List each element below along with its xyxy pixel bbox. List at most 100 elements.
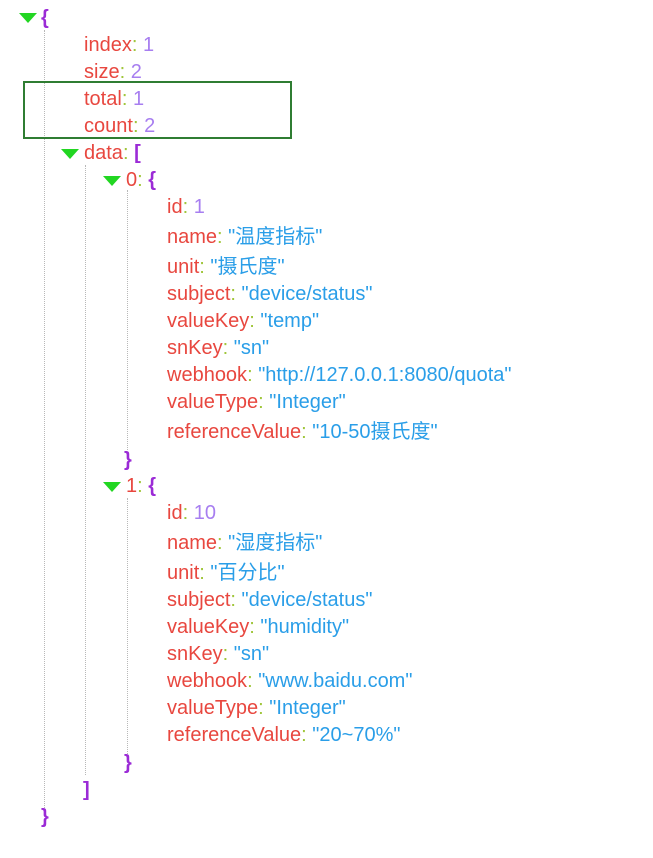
colon: : (199, 256, 205, 278)
field-key: valueType (167, 391, 259, 413)
field-key: referenceValue (167, 724, 302, 746)
item-1-field-valueKey: valueKey: "humidity" (167, 614, 349, 640)
field-value: "湿度指标" (228, 532, 323, 554)
colon: : (132, 115, 139, 137)
colon: : (119, 61, 126, 83)
collapse-toggle-root[interactable] (19, 13, 37, 23)
colon: : (217, 532, 223, 554)
item-0-field-valueKey: valueKey: "temp" (167, 308, 319, 334)
field-value: "device/status" (241, 283, 373, 305)
field-value: "sn" (233, 643, 270, 665)
colon: : (122, 142, 129, 164)
colon: : (258, 391, 264, 413)
highlight-box (23, 81, 292, 139)
colon: : (137, 475, 143, 497)
collapse-toggle-item-1[interactable] (103, 482, 121, 492)
colon: : (222, 337, 229, 359)
json-viewer: { index: 1 size: 2 total: 1 count: 2 dat… (0, 0, 653, 858)
field-row-count: count: 2 (84, 113, 155, 139)
colon: : (249, 616, 255, 638)
colon: : (137, 169, 143, 191)
field-key: size (84, 61, 120, 83)
collapse-toggle-item-0[interactable] (103, 176, 121, 186)
data-key: data (84, 142, 123, 164)
item-0-field-valueType: valueType: "Integer" (167, 389, 346, 415)
field-key: id (167, 196, 183, 218)
item-0-close-line: } (124, 447, 132, 473)
colon: : (230, 589, 236, 611)
array-open-bracket: [ (134, 142, 141, 164)
item-1-field-unit: unit: "百分比" (167, 560, 285, 586)
field-key: id (167, 502, 183, 524)
field-value: "device/status" (241, 589, 373, 611)
field-key: webhook (167, 364, 248, 386)
indent-guide-item-1 (127, 498, 128, 754)
item-close-brace: } (124, 752, 132, 774)
indent-guide-item-0 (127, 190, 128, 450)
field-key: referenceValue (167, 421, 302, 443)
field-key: snKey (167, 337, 223, 359)
item-0-open-line: 0: { (126, 167, 156, 193)
field-key: valueType (167, 697, 259, 719)
field-key: snKey (167, 643, 223, 665)
item-1-field-referenceValue: referenceValue: "20~70%" (167, 722, 400, 748)
item-0-field-name: name: "温度指标" (167, 224, 322, 250)
field-key: valueKey (167, 616, 250, 638)
field-key: index (84, 34, 132, 56)
root-open-brace: { (41, 7, 49, 29)
colon: : (230, 283, 236, 305)
field-value: "10-50摄氏度" (312, 421, 438, 443)
item-1-field-name: name: "湿度指标" (167, 530, 322, 556)
field-value: "temp" (260, 310, 320, 332)
item-1-field-valueType: valueType: "Integer" (167, 695, 346, 721)
colon: : (249, 310, 255, 332)
item-index: 1 (126, 475, 138, 497)
colon: : (121, 88, 128, 110)
item-open-brace: { (148, 169, 157, 191)
collapse-toggle-data[interactable] (61, 149, 79, 159)
field-value: "humidity" (260, 616, 350, 638)
colon: : (301, 421, 307, 443)
root-close-line: } (41, 804, 49, 830)
item-1-field-webhook: webhook: "www.baidu.com" (167, 668, 412, 694)
colon: : (217, 226, 223, 248)
colon: : (131, 34, 138, 56)
colon: : (301, 724, 307, 746)
colon: : (258, 697, 264, 719)
item-0-field-referenceValue: referenceValue: "10-50摄氏度" (167, 419, 438, 445)
field-value: "摄氏度" (210, 256, 285, 278)
field-key: webhook (167, 670, 248, 692)
item-index: 0 (126, 169, 138, 191)
item-0-field-subject: subject: "device/status" (167, 281, 372, 307)
field-value: 2 (144, 115, 156, 137)
field-row-index: index: 1 (84, 32, 154, 58)
item-open-brace: { (148, 475, 157, 497)
item-0-field-webhook: webhook: "http://127.0.0.1:8080/quota" (167, 362, 511, 388)
field-value: "www.baidu.com" (258, 670, 413, 692)
field-key: valueKey (167, 310, 250, 332)
colon: : (199, 562, 205, 584)
field-value: "Integer" (269, 697, 346, 719)
array-close-line: ] (83, 777, 90, 803)
field-key: subject (167, 589, 231, 611)
indent-guide-root (44, 30, 45, 808)
root-open-line: { (41, 5, 49, 31)
indent-guide-data (85, 165, 86, 775)
colon: : (182, 196, 189, 218)
field-value: "Integer" (269, 391, 346, 413)
field-value: 1 (132, 88, 145, 110)
field-value: 10 (193, 502, 216, 524)
field-key: unit (167, 256, 200, 278)
field-value: "sn" (233, 337, 270, 359)
field-key: subject (167, 283, 231, 305)
field-value: "20~70%" (312, 724, 401, 746)
field-value: "http://127.0.0.1:8080/quota" (258, 364, 512, 386)
field-row-size: size: 2 (84, 59, 142, 85)
root-close-brace: } (41, 806, 49, 828)
colon: : (222, 643, 229, 665)
field-value: 1 (142, 34, 155, 56)
item-1-close-line: } (124, 750, 132, 776)
colon: : (247, 364, 253, 386)
field-key: name (167, 226, 218, 248)
field-key: unit (167, 562, 200, 584)
